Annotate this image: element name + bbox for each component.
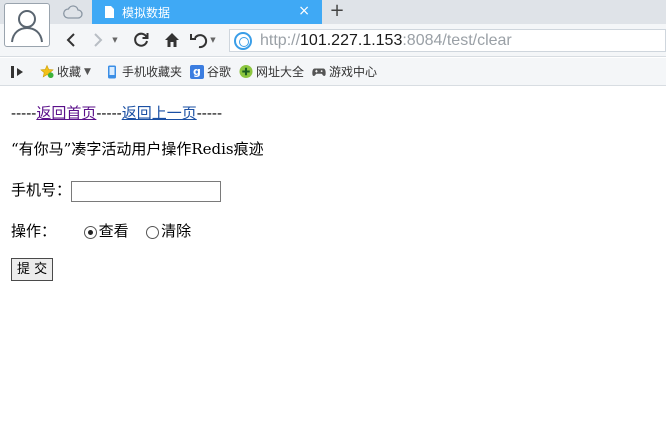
phone-input[interactable] — [71, 180, 222, 202]
chevron-down-icon: ▼ — [84, 66, 91, 77]
sidebar-toggle-icon — [11, 65, 23, 78]
google-icon: g — [189, 64, 204, 79]
url-protocol: http:// — [260, 31, 301, 49]
back-arrow-icon — [66, 33, 75, 47]
phone-row: 手机号： — [11, 179, 222, 202]
phone-icon — [105, 65, 119, 79]
home-icon — [165, 33, 179, 47]
url-path: :8084/test/clear — [402, 31, 512, 49]
operation-row: 操作： 查看 清除 — [11, 220, 191, 241]
radio-clear[interactable] — [146, 225, 160, 239]
document-icon — [104, 6, 114, 18]
radio-view-label[interactable]: 查看 — [99, 222, 129, 240]
back-button[interactable] — [61, 30, 81, 50]
separator-dashes: ----- — [196, 104, 223, 122]
bookmark-label: 手机收藏夹 — [121, 65, 182, 79]
address-bar[interactable]: http://101.227.1.153:8084/test/clear — [229, 29, 666, 52]
chevron-down-icon: ▼ — [112, 36, 118, 44]
separator-dashes: ----- — [11, 104, 37, 122]
star-icon — [40, 64, 54, 79]
bookmark-label: 游戏中心 — [328, 65, 377, 79]
plus-circle-icon — [239, 64, 253, 79]
tab-title: 模拟数据 — [122, 5, 171, 20]
bookmark-label: 网址大全 — [255, 65, 304, 79]
operation-label: 操作： — [11, 222, 57, 240]
bookmark-game-center[interactable]: 游戏中心 — [312, 63, 377, 80]
url-host: 101.227.1.153 — [300, 31, 403, 49]
gamepad-icon — [312, 65, 326, 79]
bookmark-favorites[interactable]: 收藏 ▼ — [40, 63, 91, 80]
submit-row: 提 交 — [11, 258, 54, 281]
refresh-icon — [134, 32, 149, 47]
undo-dropdown-button[interactable]: ▼ — [207, 30, 219, 50]
user-icon — [11, 10, 43, 43]
nav-links-row: -----返回首页-----返回上一页----- — [11, 102, 222, 123]
sidebar-toggle-button[interactable] — [10, 65, 26, 79]
back-link[interactable]: 返回上一页 — [122, 104, 197, 122]
new-tab-button[interactable]: + — [328, 1, 346, 21]
bookmarks-bar: 收藏 ▼ 手机收藏夹 g 谷歌 网址大全 游戏中心 — [0, 58, 666, 86]
cloud-icon[interactable] — [62, 3, 84, 21]
home-link[interactable]: 返回首页 — [36, 104, 96, 122]
user-avatar[interactable] — [4, 3, 50, 47]
page-heading: “有你马”凑字活动用户操作Redis痕迹 — [11, 140, 264, 158]
tab-active[interactable]: 模拟数据 × — [92, 0, 322, 24]
bookmark-mobile-favorites[interactable]: 手机收藏夹 — [105, 63, 182, 80]
chevron-down-icon: ▼ — [210, 36, 216, 44]
submit-button[interactable]: 提 交 — [11, 258, 54, 281]
bookmark-label: 收藏 — [57, 65, 82, 79]
undo-icon — [190, 34, 208, 49]
tab-strip: 模拟数据 × + — [0, 0, 666, 24]
close-tab-button[interactable]: × — [298, 3, 310, 19]
separator-dashes: ----- — [96, 104, 122, 122]
forward-arrow-icon — [94, 33, 103, 47]
bookmark-google[interactable]: g 谷歌 — [189, 63, 231, 80]
home-button[interactable] — [162, 30, 182, 50]
refresh-button[interactable] — [131, 30, 151, 50]
security-status-icon[interactable] — [234, 31, 252, 50]
bookmark-label: 谷歌 — [206, 65, 231, 79]
bookmark-site-directory[interactable]: 网址大全 — [239, 63, 304, 80]
history-dropdown-button[interactable]: ▼ — [109, 30, 121, 50]
forward-button[interactable] — [88, 30, 108, 50]
radio-view[interactable] — [83, 225, 97, 239]
undo-button[interactable] — [189, 30, 209, 50]
radio-clear-label[interactable]: 清除 — [161, 222, 191, 240]
phone-label: 手机号： — [11, 181, 72, 199]
navigation-bar: ▼ ▼ http://101.227.1.153:8084/test/clear — [0, 24, 666, 57]
